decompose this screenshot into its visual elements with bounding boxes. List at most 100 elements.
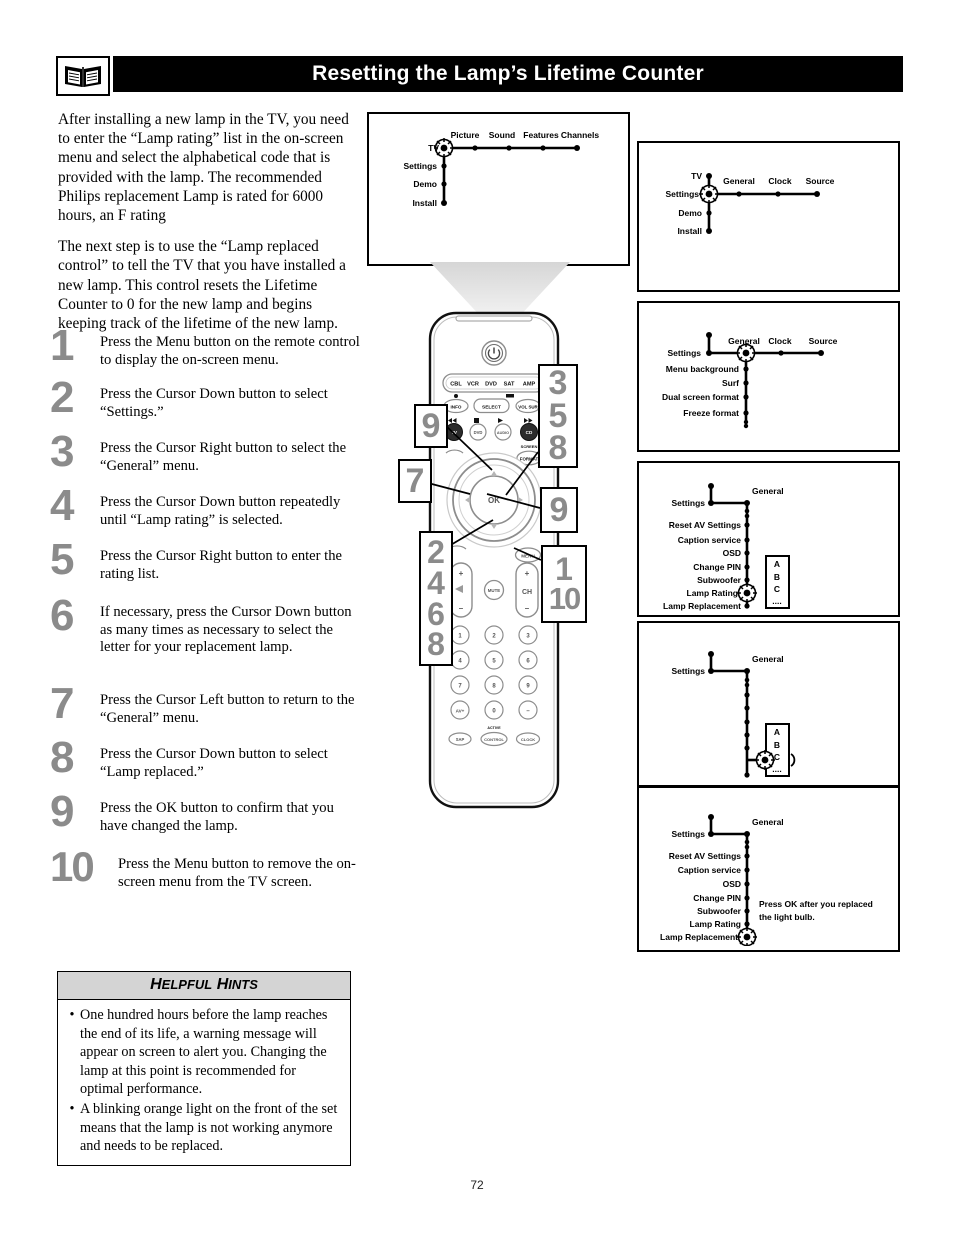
remote-key-avplus: AV+ bbox=[456, 708, 465, 713]
step-number: 9 bbox=[50, 787, 75, 836]
panel4-label-settings: Settings bbox=[671, 666, 705, 676]
panel-lamp-replacement: Settings General Reset AV Settings Capti… bbox=[637, 786, 900, 952]
step-text: Press the Cursor Down button repeatedly … bbox=[100, 494, 341, 528]
step-text: If necessary, press the Cursor Down butt… bbox=[100, 604, 352, 656]
remote-label-format: FORMAT bbox=[520, 456, 539, 461]
panel2-label-settings: Settings bbox=[667, 348, 701, 358]
panel5-label-general: General bbox=[752, 817, 784, 827]
remote-label-control: CONTROL bbox=[484, 737, 504, 742]
remote-label-tv: TV bbox=[451, 430, 458, 435]
page-title-bar: Resetting the Lamp’s Lifetime Counter bbox=[113, 56, 903, 92]
callout-value: 6 bbox=[427, 595, 445, 632]
remote-mode-dvd: DVD bbox=[485, 382, 497, 388]
step-number: 10 bbox=[50, 843, 95, 890]
panel-lamp-rating: A B C .... Settings General Reset AV Set… bbox=[637, 461, 900, 617]
panel5-label-lamp-replacement: Lamp Replacement bbox=[660, 932, 738, 942]
step-1: 1 Press the Menu button on the remote co… bbox=[50, 324, 360, 378]
step-6: 6 If necessary, press the Cursor Down bu… bbox=[50, 594, 360, 684]
remote-label-volsur: VOL SUR bbox=[518, 404, 538, 409]
manual-page: Resetting the Lamp’s Lifetime Counter Af… bbox=[0, 0, 954, 1235]
panel1-label-source: Source bbox=[806, 176, 835, 186]
remote-label-dvd: DVD bbox=[474, 430, 483, 435]
callout-value: 4 bbox=[427, 564, 445, 601]
panel5-note-line1: Press OK after you replaced bbox=[759, 899, 873, 909]
step-number: 6 bbox=[50, 591, 75, 640]
tv-screen-menu-panel: TV Picture Sound Features Channels Setti… bbox=[367, 112, 630, 266]
callout-7: 7 bbox=[398, 459, 432, 503]
panel3-label-change-pin: Change PIN bbox=[693, 562, 741, 572]
step-10: 10 Press the Menu button to remove the o… bbox=[50, 846, 360, 904]
panel3-label-lamp-replacement: Lamp Replacement bbox=[663, 601, 741, 611]
callout-value: 3 bbox=[548, 364, 568, 403]
step-text: Press the Cursor Left button to return t… bbox=[100, 692, 355, 726]
step-number: 1 bbox=[50, 321, 75, 370]
panel5-label-reset-av: Reset AV Settings bbox=[669, 851, 742, 861]
remote-menu-button: MENU bbox=[514, 547, 542, 563]
remote-label-sap: SAP bbox=[456, 737, 465, 742]
step-7: 7 Press the Cursor Left button to return… bbox=[50, 682, 360, 738]
step-number: 3 bbox=[50, 427, 75, 476]
power-icon bbox=[481, 340, 507, 366]
step-3: 3 Press the Cursor Right button to selec… bbox=[50, 430, 360, 486]
hint-item: • A blinking orange light on the front o… bbox=[64, 1100, 342, 1156]
remote-label-active: ACTIVE bbox=[487, 726, 501, 730]
step-text: Press the OK button to confirm that you … bbox=[100, 800, 334, 834]
open-book-icon bbox=[56, 56, 110, 96]
panel-settings-general: TV Settings Demo Install General Clock S… bbox=[637, 141, 900, 292]
menu-label-picture: Picture bbox=[451, 130, 480, 140]
step-number: 7 bbox=[50, 679, 75, 728]
remote-label-ch: CH bbox=[522, 589, 532, 596]
callout-1-10: 1 10 bbox=[541, 545, 587, 623]
step-text: Press the Menu button to remove the on-s… bbox=[118, 856, 356, 890]
remote-mode-vcr: VCR bbox=[467, 382, 479, 388]
panel2-label-surf: Surf bbox=[722, 378, 739, 388]
helpful-hints-body: • One hundred hours before the lamp reac… bbox=[58, 1000, 350, 1165]
panel-general-submenu: Settings General Clock Source Menu backg… bbox=[637, 301, 900, 452]
page-title: Resetting the Lamp’s Lifetime Counter bbox=[312, 62, 704, 85]
panel5-label-caption: Caption service bbox=[678, 865, 742, 875]
intro-text: After installing a new lamp in the TV, y… bbox=[58, 110, 354, 345]
remote-channel-rocker: + CH – bbox=[515, 562, 539, 618]
panel2-label-source: Source bbox=[809, 336, 838, 346]
step-text: Press the Cursor Down button to select “… bbox=[100, 746, 328, 780]
step-5: 5 Press the Cursor Right button to enter… bbox=[50, 538, 360, 596]
step-text: Press the Cursor Right button to select … bbox=[100, 440, 347, 474]
hint-item: • One hundred hours before the lamp reac… bbox=[64, 1006, 342, 1099]
remote-mute-button: MUTE bbox=[483, 579, 505, 601]
step-text: Press the Cursor Down button to select “… bbox=[100, 386, 328, 420]
cursor-highlight bbox=[699, 184, 719, 204]
step-number: 4 bbox=[50, 481, 75, 530]
callout-value: 7 bbox=[405, 461, 425, 500]
hint-text: A blinking orange light on the front of … bbox=[80, 1100, 338, 1155]
hint-text: One hundred hours before the lamp reache… bbox=[80, 1007, 328, 1098]
cursor-highlight bbox=[736, 343, 756, 363]
panel1-label-settings: Settings bbox=[665, 189, 699, 199]
step-text: Press the Menu button on the remote cont… bbox=[100, 334, 360, 368]
hints-title-ints: INTS bbox=[228, 977, 258, 992]
panel1-label-demo: Demo bbox=[678, 208, 702, 218]
remote-channel-minus: – bbox=[525, 604, 530, 613]
callout-value: 9 bbox=[421, 406, 441, 445]
callout-value: 2 bbox=[427, 534, 445, 571]
panel5-label-subwoofer: Subwoofer bbox=[697, 906, 742, 916]
cursor-highlight bbox=[737, 927, 757, 946]
step-9: 9 Press the OK button to confirm that yo… bbox=[50, 790, 360, 848]
step-number: 2 bbox=[50, 373, 75, 422]
hints-title-h2: H bbox=[216, 976, 229, 993]
panel3-label-caption: Caption service bbox=[678, 535, 742, 545]
remote-label-ok: OK bbox=[488, 496, 500, 505]
panel3-rating-b: B bbox=[774, 572, 780, 582]
panel1-label-clock: Clock bbox=[768, 176, 791, 186]
panel3-label-lamp-rating: Lamp Rating bbox=[687, 588, 738, 598]
remote-volume-plus: + bbox=[459, 569, 464, 578]
panel4-rating-more: .... bbox=[772, 764, 781, 774]
panel5-label-lamp-rating: Lamp Rating bbox=[690, 919, 741, 929]
remote-mode-sat: SAT bbox=[504, 382, 515, 388]
panel5-note-line2: the light bulb. bbox=[759, 912, 815, 922]
bullet-icon: • bbox=[69, 1007, 75, 1023]
menu-label-settings: Settings bbox=[403, 161, 437, 171]
step-8: 8 Press the Cursor Down button to select… bbox=[50, 736, 360, 792]
panel5-label-settings: Settings bbox=[671, 829, 705, 839]
remote-mode-amp: AMP bbox=[523, 382, 536, 388]
remote-volume-rocker: + – bbox=[449, 562, 473, 618]
